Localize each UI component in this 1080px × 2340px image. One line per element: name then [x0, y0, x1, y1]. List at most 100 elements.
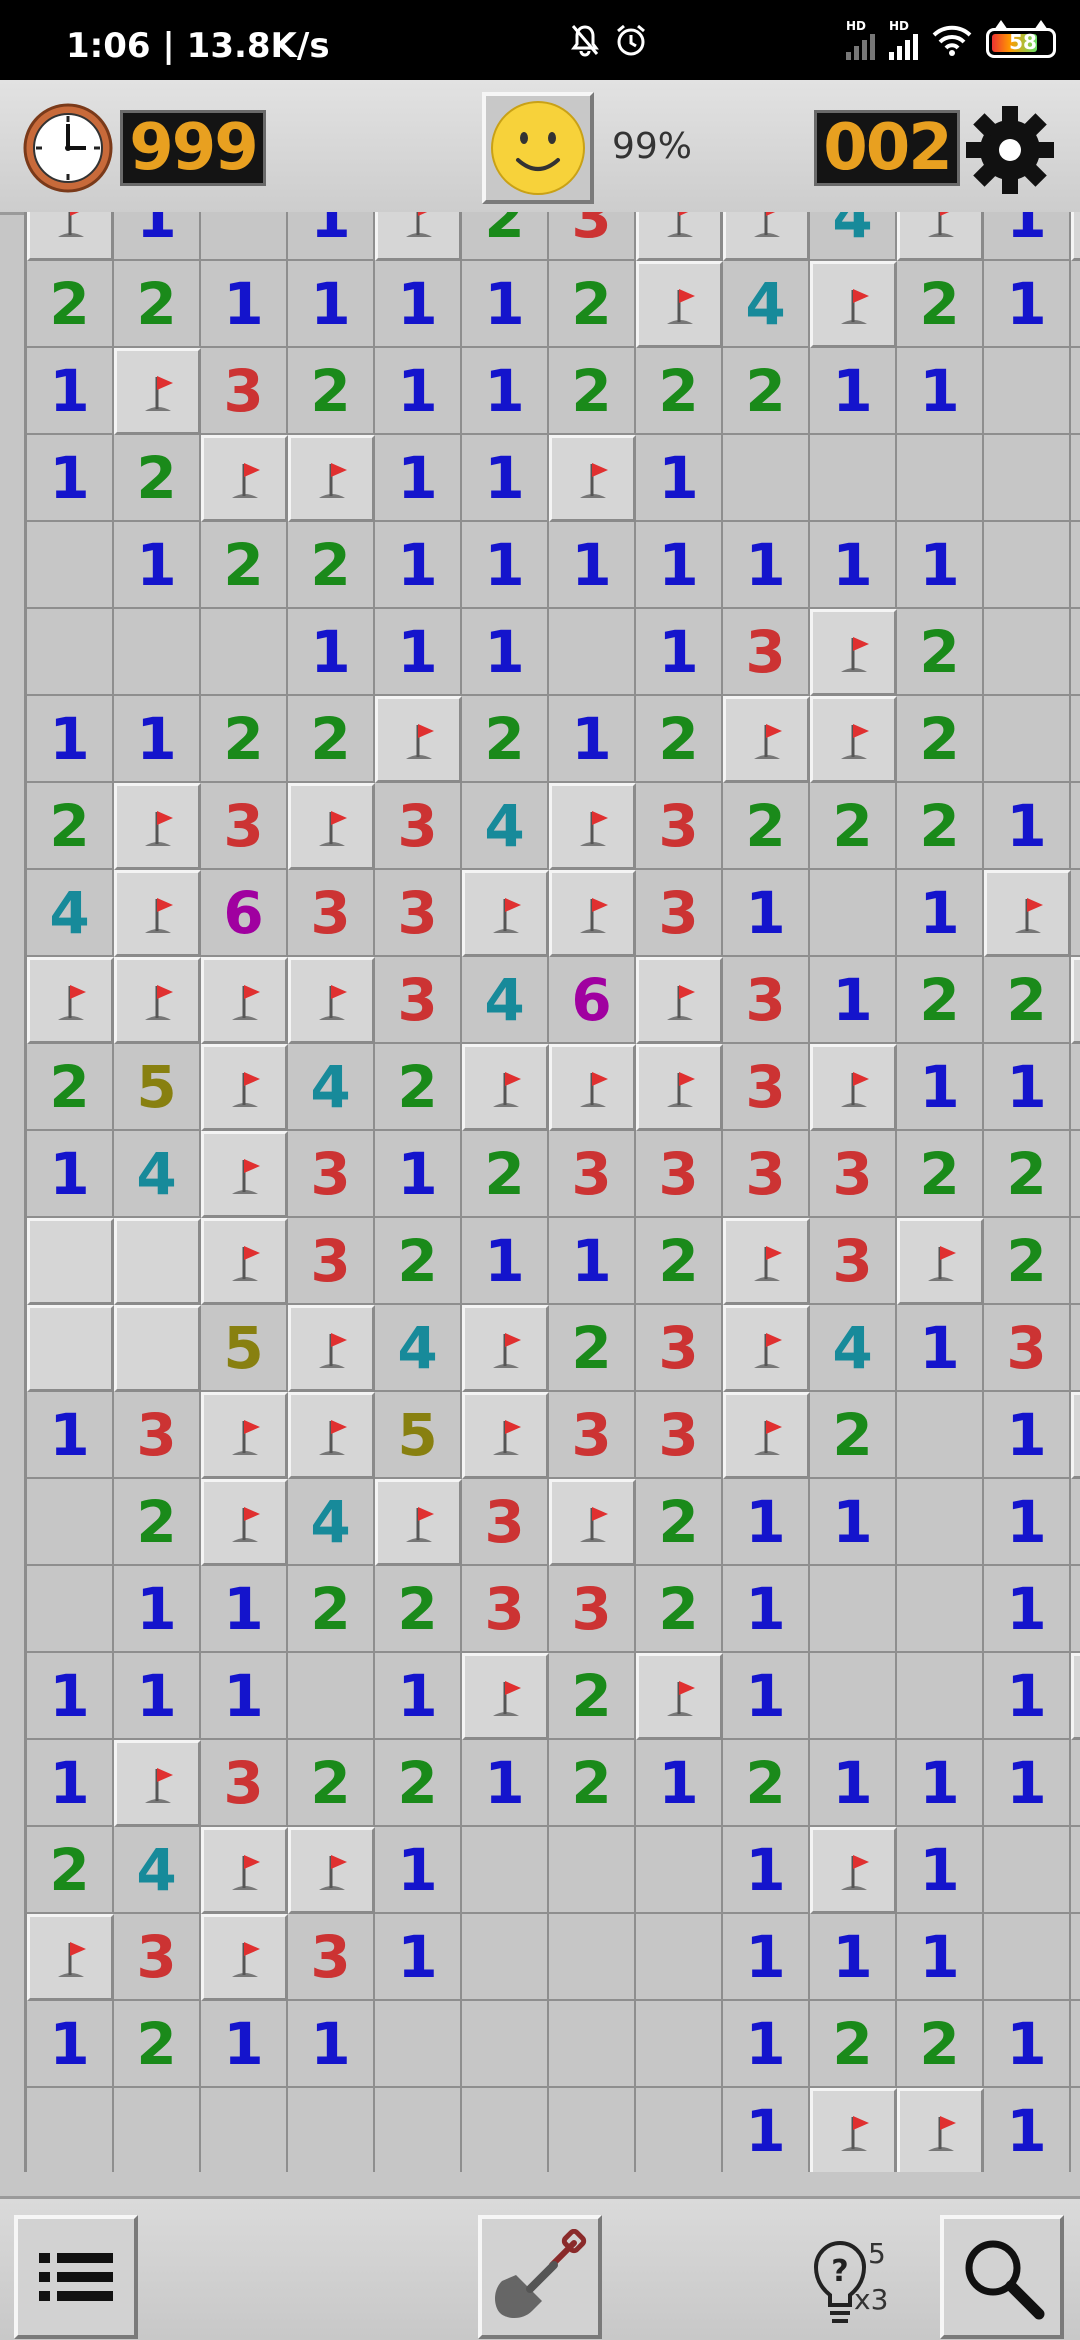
flagged-tile[interactable]	[288, 1305, 375, 1392]
number-tile[interactable]: 2	[462, 696, 549, 783]
number-tile[interactable]: 4	[114, 1827, 201, 1914]
number-tile[interactable]: 3	[810, 1131, 897, 1218]
number-tile[interactable]: 1	[723, 2088, 810, 2172]
number-tile[interactable]: 2	[897, 957, 984, 1044]
number-tile[interactable]: 3	[114, 1392, 201, 1479]
number-tile[interactable]: 3	[375, 870, 462, 957]
number-tile[interactable]: 3	[810, 1218, 897, 1305]
unopened-tile[interactable]	[114, 1218, 201, 1305]
number-tile[interactable]: 1	[375, 522, 462, 609]
empty-tile[interactable]	[201, 212, 288, 261]
number-tile[interactable]: 1	[723, 522, 810, 609]
number-tile[interactable]: 1	[723, 1827, 810, 1914]
flagged-tile[interactable]	[462, 1305, 549, 1392]
empty-tile[interactable]	[723, 435, 810, 522]
number-tile[interactable]: 1	[288, 2001, 375, 2088]
flagged-tile[interactable]	[201, 1131, 288, 1218]
flagged-tile[interactable]	[897, 212, 984, 261]
number-tile[interactable]: 2	[549, 348, 636, 435]
number-tile[interactable]: 1	[897, 1827, 984, 1914]
number-tile[interactable]: 1	[549, 522, 636, 609]
empty-tile[interactable]	[201, 2088, 288, 2172]
empty-tile[interactable]	[1071, 1740, 1080, 1827]
number-tile[interactable]: 1	[375, 435, 462, 522]
number-tile[interactable]: 4	[810, 1305, 897, 1392]
number-tile[interactable]: 4	[810, 212, 897, 261]
number-tile[interactable]: 2	[114, 2001, 201, 2088]
number-tile[interactable]: 1	[114, 212, 201, 261]
number-tile[interactable]: 2	[462, 212, 549, 261]
number-tile[interactable]: 4	[288, 1479, 375, 1566]
number-tile[interactable]: 2	[288, 348, 375, 435]
flagged-tile[interactable]	[375, 1479, 462, 1566]
empty-tile[interactable]	[897, 435, 984, 522]
number-tile[interactable]: 1	[723, 2001, 810, 2088]
number-tile[interactable]: 2	[723, 348, 810, 435]
empty-tile[interactable]	[984, 348, 1071, 435]
empty-tile[interactable]	[810, 435, 897, 522]
number-tile[interactable]: 2	[27, 1827, 114, 1914]
number-tile[interactable]: 6	[201, 870, 288, 957]
flagged-tile[interactable]	[549, 783, 636, 870]
number-tile[interactable]: 1	[984, 783, 1071, 870]
number-tile[interactable]: 2	[897, 696, 984, 783]
number-tile[interactable]: 1	[27, 1392, 114, 1479]
unopened-tile[interactable]	[1071, 1653, 1080, 1740]
empty-tile[interactable]	[549, 1827, 636, 1914]
flagged-tile[interactable]	[201, 1479, 288, 1566]
number-tile[interactable]: 1	[375, 1131, 462, 1218]
empty-tile[interactable]	[1071, 1827, 1080, 1914]
number-tile[interactable]: 1	[27, 1740, 114, 1827]
flagged-tile[interactable]	[636, 261, 723, 348]
number-tile[interactable]: 2	[27, 783, 114, 870]
flagged-tile[interactable]	[288, 1392, 375, 1479]
number-tile[interactable]: 1	[201, 1653, 288, 1740]
number-tile[interactable]: 1	[114, 1653, 201, 1740]
number-tile[interactable]: 2	[984, 1131, 1071, 1218]
flagged-tile[interactable]	[636, 212, 723, 261]
empty-tile[interactable]	[27, 1566, 114, 1653]
number-tile[interactable]: 1	[984, 1740, 1071, 1827]
unopened-tile[interactable]	[1071, 1392, 1080, 1479]
number-tile[interactable]: 1	[462, 435, 549, 522]
number-tile[interactable]: 1	[375, 1653, 462, 1740]
flagged-tile[interactable]	[984, 870, 1071, 957]
number-tile[interactable]: 1	[810, 1914, 897, 2001]
number-tile[interactable]: 2	[549, 1305, 636, 1392]
empty-tile[interactable]	[1071, 1479, 1080, 1566]
flagged-tile[interactable]	[462, 1044, 549, 1131]
number-tile[interactable]: 1	[462, 1740, 549, 1827]
number-tile[interactable]: 4	[114, 1131, 201, 1218]
number-tile[interactable]: 1	[375, 261, 462, 348]
number-tile[interactable]: 3	[636, 783, 723, 870]
number-tile[interactable]: 1	[462, 1218, 549, 1305]
flagged-tile[interactable]	[549, 870, 636, 957]
number-tile[interactable]: 1	[462, 522, 549, 609]
empty-tile[interactable]	[1071, 2001, 1080, 2088]
number-tile[interactable]: 6	[549, 957, 636, 1044]
number-tile[interactable]: 1	[636, 609, 723, 696]
empty-tile[interactable]	[984, 609, 1071, 696]
number-tile[interactable]: 1	[723, 1653, 810, 1740]
number-tile[interactable]: 1	[723, 870, 810, 957]
flagged-tile[interactable]	[288, 1827, 375, 1914]
flagged-tile[interactable]	[549, 435, 636, 522]
empty-tile[interactable]	[1071, 870, 1080, 957]
flagged-tile[interactable]	[549, 1044, 636, 1131]
number-tile[interactable]: 1	[897, 348, 984, 435]
empty-tile[interactable]	[1071, 1218, 1080, 1305]
number-tile[interactable]: 3	[201, 783, 288, 870]
number-tile[interactable]: 1	[27, 1131, 114, 1218]
number-tile[interactable]: 3	[114, 1914, 201, 2001]
unopened-tile[interactable]	[114, 1305, 201, 1392]
number-tile[interactable]: 4	[288, 1044, 375, 1131]
flagged-tile[interactable]	[114, 1740, 201, 1827]
flagged-tile[interactable]	[201, 1392, 288, 1479]
number-tile[interactable]: 2	[810, 2001, 897, 2088]
number-tile[interactable]: 1	[636, 522, 723, 609]
number-tile[interactable]: 1	[27, 1653, 114, 1740]
empty-tile[interactable]	[636, 1914, 723, 2001]
flagged-tile[interactable]	[810, 261, 897, 348]
empty-tile[interactable]	[897, 1566, 984, 1653]
number-tile[interactable]: 1	[810, 1479, 897, 1566]
